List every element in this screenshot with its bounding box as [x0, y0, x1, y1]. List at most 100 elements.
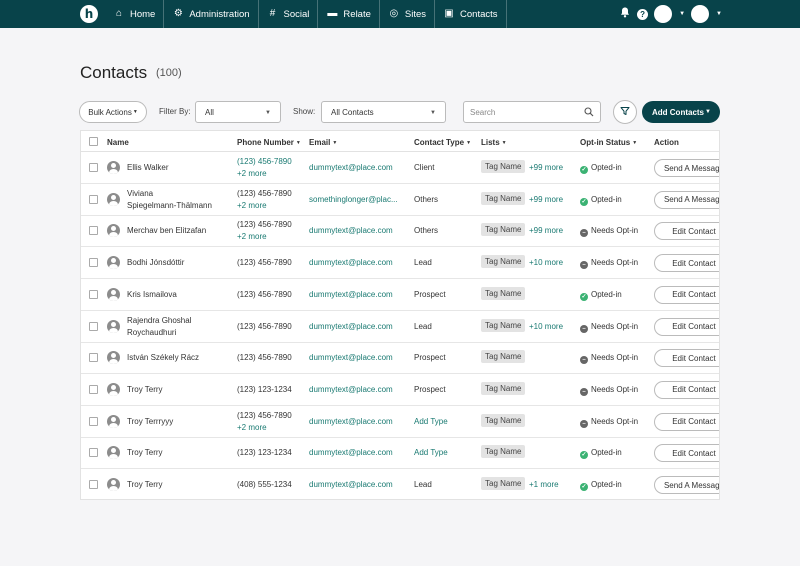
lists-more-link[interactable]: +99 more	[529, 163, 563, 172]
nav-item-contacts[interactable]: ▣ Contacts	[434, 0, 507, 28]
table-row: Troy Terry (408) 555-1234 dummytext@place.…	[81, 469, 719, 499]
contact-name[interactable]: Viviana	[127, 189, 153, 198]
filter-button[interactable]	[613, 100, 637, 124]
send-message-button[interactable]: Send A Message	[654, 190, 719, 209]
contact-name[interactable]: Troy Terry	[127, 480, 163, 489]
contact-name[interactable]: Ellis Walker	[127, 163, 168, 172]
nav-item-social[interactable]: # Social	[257, 0, 318, 28]
add-type-link[interactable]: Add Type	[414, 448, 448, 457]
avatar[interactable]	[654, 5, 673, 23]
contacts-table: Name Phone Number ▼ Email ▼ Contact Type ▼ …	[80, 130, 720, 500]
optin-status: – Needs Opt-in	[580, 322, 638, 333]
nav-item-relate[interactable]: ▬ Relate	[317, 0, 378, 28]
contact-name[interactable]: Troy Terry	[127, 448, 163, 457]
email-link[interactable]: dummytext@place.com	[309, 353, 393, 362]
help-icon[interactable]: ?	[637, 8, 649, 20]
email-link[interactable]: dummytext@place.com	[309, 258, 393, 267]
search-input[interactable]	[470, 107, 580, 117]
avatar	[107, 478, 120, 491]
edit-contact-button[interactable]: Edit Contact	[654, 254, 719, 273]
edit-contact-button[interactable]: Edit Contact	[654, 412, 719, 431]
phone-more-link[interactable]: +2 more	[237, 423, 267, 432]
show-value: All Contacts	[331, 107, 374, 117]
phone-more-link[interactable]: +2 more	[237, 232, 267, 241]
phone-more-link[interactable]: +2 more	[237, 169, 267, 178]
row-checkbox[interactable]	[89, 163, 98, 172]
contact-name[interactable]: Kris Ismailova	[127, 290, 177, 299]
edit-contact-button[interactable]: Edit Contact	[654, 222, 719, 241]
edit-contact-button[interactable]: Edit Contact	[654, 380, 719, 399]
phone-number: (123) 456-7890	[237, 188, 292, 198]
email-link[interactable]: dummytext@place.com	[309, 290, 393, 299]
nav-item-sites[interactable]: ◎ Sites	[378, 0, 434, 28]
edit-contact-button[interactable]: Edit Contact	[654, 317, 719, 336]
lists-more-link[interactable]: +99 more	[529, 195, 563, 204]
contact-name-line2[interactable]: Roychaudhuri	[127, 328, 176, 337]
contact-name-line2[interactable]: Spiegelmann-Thälmann	[127, 201, 212, 210]
table-row: Troy Terrryyy (123) 456-7890 +2 more dummyt…	[81, 406, 719, 438]
column-header-email[interactable]: Email ▼	[309, 138, 337, 147]
contact-name[interactable]: Troy Terry	[127, 385, 163, 394]
sort-icon: ▼	[332, 140, 338, 146]
column-header-phone[interactable]: Phone Number ▼	[237, 138, 301, 147]
edit-contact-button[interactable]: Edit Contact	[654, 285, 719, 304]
column-header-contact-type[interactable]: Contact Type ▼	[414, 138, 471, 147]
send-message-button[interactable]: Send A Message	[654, 476, 719, 494]
row-checkbox[interactable]	[89, 226, 98, 236]
row-checkbox[interactable]	[89, 384, 98, 394]
edit-contact-button[interactable]: Edit Contact	[654, 349, 719, 368]
nav-item-administration[interactable]: ⚙ Administration	[163, 0, 257, 28]
edit-contact-button[interactable]: Edit Contact	[654, 444, 719, 463]
row-checkbox[interactable]	[89, 448, 98, 458]
optin-status-label: Needs Opt-in	[591, 258, 639, 268]
contact-name[interactable]: Troy Terrryyy	[127, 417, 173, 426]
contact-name[interactable]: István Székely Rácz	[127, 353, 199, 362]
email-link[interactable]: dummytext@place.com	[309, 385, 393, 394]
row-checkbox[interactable]	[89, 194, 98, 204]
row-checkbox[interactable]	[89, 321, 98, 331]
nav-item-home[interactable]: ⌂ Home	[105, 0, 163, 28]
email-link[interactable]: dummytext@place.com	[309, 448, 393, 457]
table-row: Ellis Walker (123) 456-7890 +2 more dummyte…	[81, 152, 719, 184]
bell-icon[interactable]	[619, 7, 631, 21]
email-link[interactable]: dummytext@place.com	[309, 226, 393, 235]
email-link[interactable]: dummytext@place.com	[309, 480, 393, 489]
contact-name[interactable]: Merchav ben Elitzafan	[127, 226, 206, 235]
column-header-lists[interactable]: Lists ▼	[481, 138, 507, 147]
row-checkbox[interactable]	[89, 353, 98, 363]
email-link[interactable]: dummytext@place.com	[309, 417, 393, 426]
column-header-optin-status[interactable]: Opt-in Status ▼	[580, 138, 637, 147]
select-all-checkbox[interactable]	[89, 137, 98, 146]
row-checkbox[interactable]	[89, 289, 98, 299]
row-checkbox[interactable]	[89, 416, 98, 426]
show-select[interactable]: All Contacts ▼	[321, 101, 446, 123]
row-checkbox[interactable]	[89, 258, 98, 268]
list-tag: Tag Name	[481, 286, 526, 300]
filter-by-select[interactable]: All ▼	[195, 101, 281, 123]
avatar[interactable]	[691, 5, 710, 23]
phone-more-link[interactable]: +2 more	[237, 201, 267, 210]
row-checkbox[interactable]	[89, 480, 98, 489]
email-link[interactable]: dummytext@place.com	[309, 163, 393, 172]
lists-more-link[interactable]: +10 more	[529, 258, 563, 267]
lists-more-link[interactable]: +1 more	[529, 480, 559, 489]
lists-more-link[interactable]: +10 more	[529, 322, 563, 331]
lists-more-link[interactable]: +99 more	[529, 226, 563, 235]
avatar	[107, 287, 120, 301]
email-link[interactable]: somethinglonger@plac...	[309, 195, 398, 204]
bulk-actions-button[interactable]: Bulk Actions ▼	[79, 101, 147, 123]
contact-name[interactable]: Rajendra Ghoshal	[127, 316, 191, 325]
chevron-down-icon[interactable]: ▼	[716, 11, 722, 17]
phone-number[interactable]: (123) 456-7890	[237, 157, 292, 166]
minus-circle-icon: –	[580, 261, 588, 270]
add-type-link[interactable]: Add Type	[414, 417, 448, 426]
logo[interactable]: h	[73, 0, 105, 28]
column-header-name: Name	[107, 138, 129, 147]
email-link[interactable]: dummytext@place.com	[309, 322, 393, 331]
add-contacts-button[interactable]: Add Contacts ▼	[642, 101, 720, 123]
send-message-button[interactable]: Send A Message	[654, 159, 719, 177]
chevron-down-icon[interactable]: ▼	[679, 11, 685, 17]
contact-name[interactable]: Bodhi Jónsdóttir	[127, 258, 184, 267]
avatar	[107, 382, 120, 396]
search-icon[interactable]	[584, 107, 594, 120]
